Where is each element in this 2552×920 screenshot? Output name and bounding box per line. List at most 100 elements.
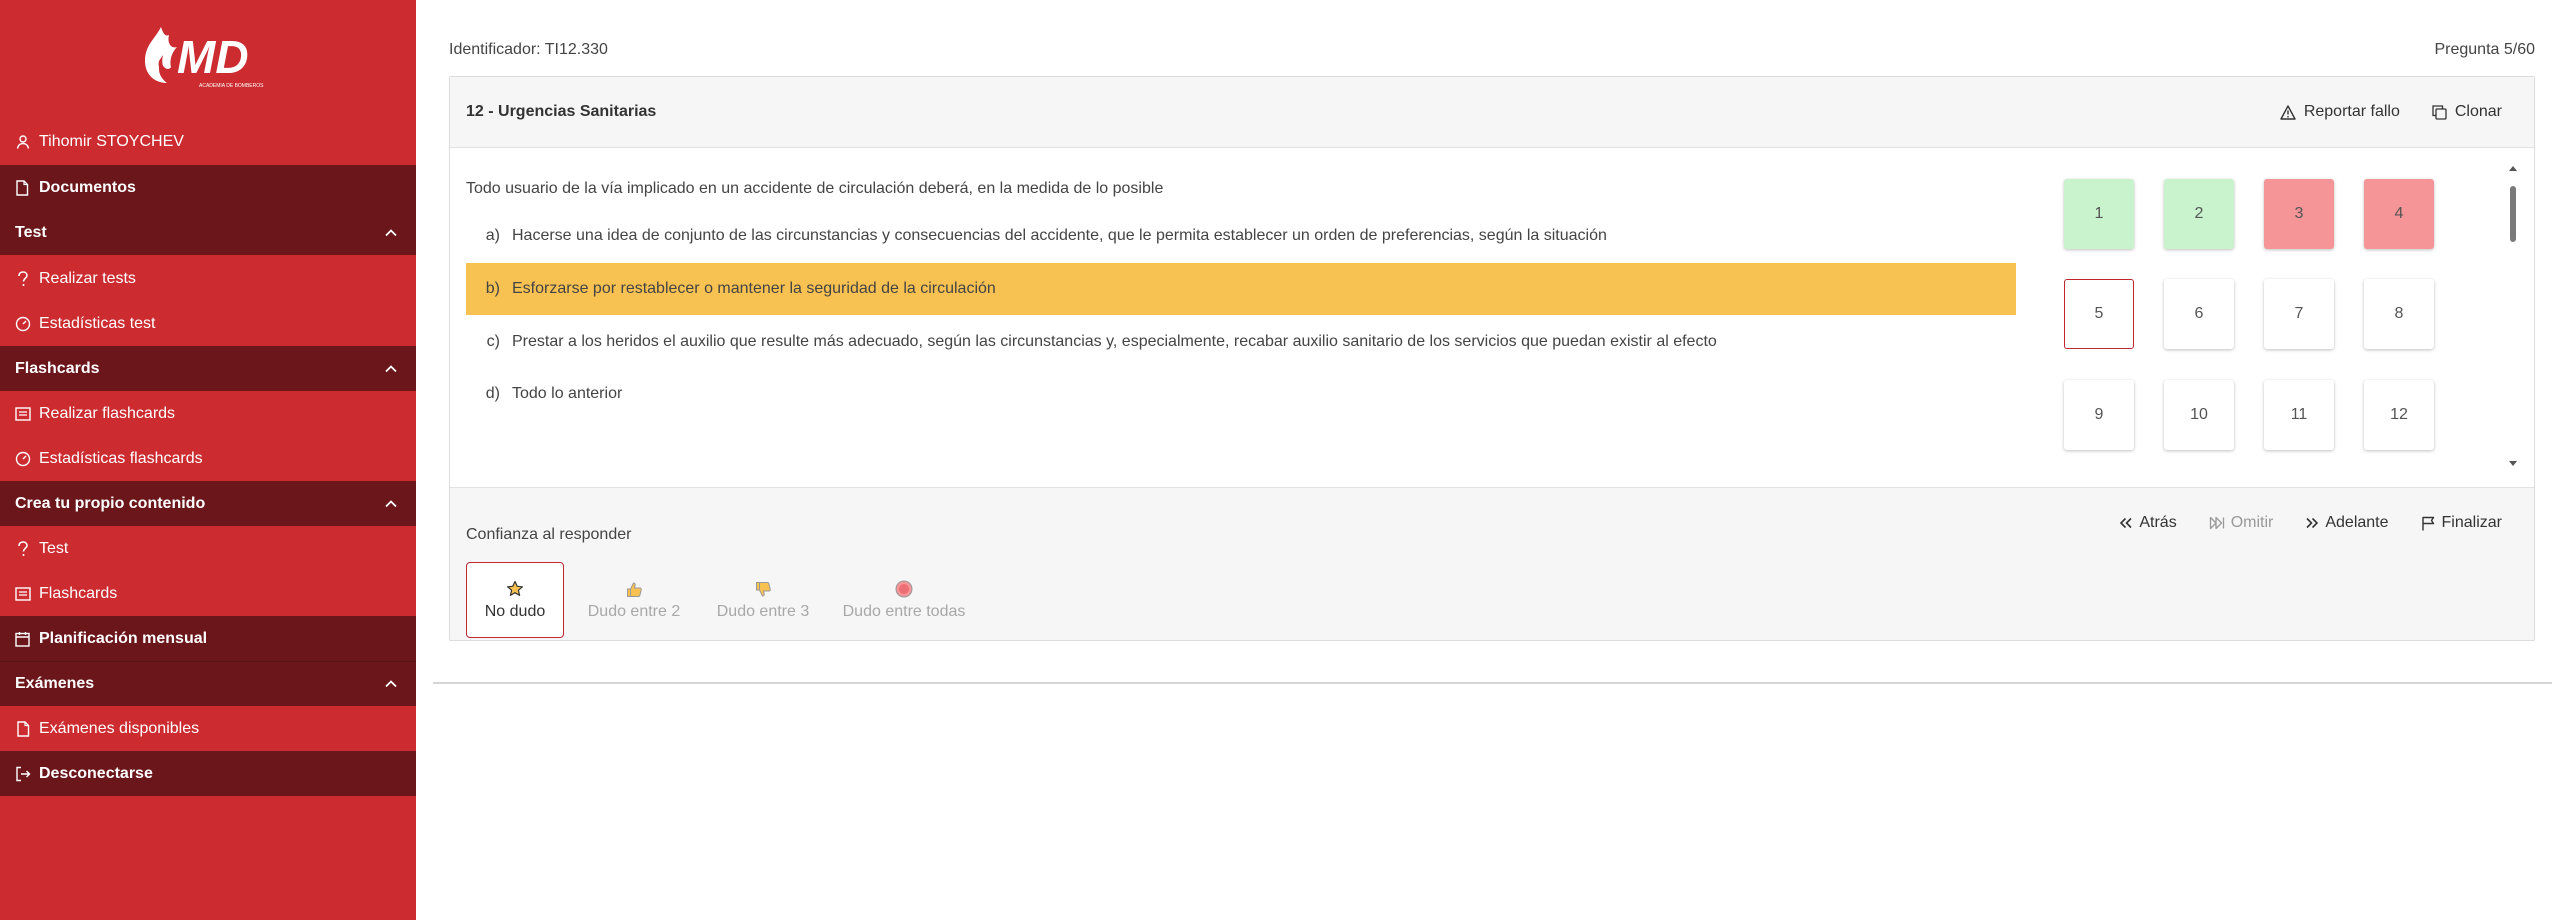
target-icon (895, 579, 913, 599)
forward-button[interactable]: Adelante (2305, 514, 2389, 532)
question-nav-number: 10 (2190, 406, 2208, 423)
question-nav-box[interactable]: 12 (2364, 380, 2434, 450)
sidebar-item-label: Test (39, 539, 69, 557)
svg-text:ACADEMIA DE BOMBEROS: ACADEMIA DE BOMBEROS (199, 83, 264, 89)
main-content: Identificador: TI12.330 Pregunta 5/60 12… (416, 0, 2552, 920)
scrollbar-thumb[interactable] (2510, 186, 2516, 242)
scroll-down-arrow-icon[interactable] (2509, 461, 2517, 466)
chevrons-left-icon (2120, 517, 2132, 529)
flashcard-icon (15, 406, 31, 422)
question-nav-number: 1 (2094, 205, 2104, 222)
sidebar-item-label: Estadísticas flashcards (39, 449, 203, 467)
sidebar-item-label: Desconectarse (39, 764, 153, 782)
sidebar-item-planificacion[interactable]: Planificación mensual (0, 616, 416, 661)
sidebar-section-examenes[interactable]: Exámenes (0, 661, 416, 706)
confidence-label: Confianza al responder (466, 526, 632, 543)
question-card: 12 - Urgencias Sanitarias Reportar fallo… (449, 76, 2535, 641)
sidebar-item-realizar-flashcards[interactable]: Realizar flashcards (0, 391, 416, 436)
sidebar-item-examenes-disponibles[interactable]: Exámenes disponibles (0, 706, 416, 751)
sidebar-item-documentos[interactable]: Documentos (0, 165, 416, 210)
answer-letter: a) (485, 227, 500, 244)
question-text: Todo usuario de la vía implicado en un a… (466, 180, 1164, 197)
question-footer: Confianza al responder Atrás Omitir Adel… (450, 488, 2534, 640)
confidence-dudo-entre-2[interactable]: Dudo entre 2 (584, 562, 684, 638)
finish-button[interactable]: Finalizar (2421, 514, 2502, 532)
finish-label: Finalizar (2441, 514, 2502, 531)
scroll-up-arrow-icon[interactable] (2509, 166, 2517, 171)
sidebar-section-crea-contenido[interactable]: Crea tu propio contenido (0, 481, 416, 526)
navigator-scrollbar[interactable] (2508, 166, 2518, 466)
sidebar-user-name: Tihomir STOYCHEV (39, 132, 184, 150)
chevron-up-icon (385, 680, 397, 688)
sidebar-section-title: Test (15, 223, 47, 241)
document-icon (15, 179, 31, 196)
answer-option-d[interactable]: d) Todo lo anterior (466, 368, 2016, 420)
gauge-icon (15, 316, 31, 332)
document-icon (15, 720, 31, 737)
report-error-label: Reportar fallo (2303, 103, 2400, 120)
question-card-header: 12 - Urgencias Sanitarias Reportar fallo… (450, 77, 2534, 148)
sidebar-item-crear-flashcards[interactable]: Flashcards (0, 571, 416, 616)
divider (433, 682, 2552, 684)
question-nav-box[interactable]: 1 (2064, 179, 2134, 249)
answer-letter: d) (485, 385, 500, 402)
confidence-option-label: Dudo entre 3 (716, 603, 810, 620)
sidebar-section-title: Exámenes (15, 675, 95, 692)
back-label: Atrás (2139, 514, 2177, 531)
sidebar-item-realizar-tests[interactable]: Realizar tests (0, 256, 416, 301)
sidebar-section-flashcards[interactable]: Flashcards (0, 346, 416, 391)
sidebar-section-title: Flashcards (15, 359, 100, 377)
sidebar-item-desconectarse[interactable]: Desconectarse (0, 751, 416, 796)
chevrons-right-icon (2306, 517, 2319, 529)
chevron-up-icon (385, 364, 397, 372)
chevron-up-icon (385, 228, 397, 236)
sidebar: MD ACADEMIA DE BOMBEROS Tihomir STOYCHEV… (0, 0, 416, 920)
sidebar-section-test[interactable]: Test (0, 210, 416, 255)
thumbs-up-icon (626, 579, 643, 599)
sidebar-item-estadisticas-flashcards[interactable]: Estadísticas flashcards (0, 436, 416, 481)
clone-button[interactable]: Clonar (2432, 103, 2502, 121)
question-nav-box-current[interactable]: 5 (2064, 279, 2134, 349)
question-nav-number: 5 (2094, 305, 2104, 322)
question-progress: Pregunta 5/60 (2434, 41, 2535, 58)
copy-icon (2432, 104, 2447, 120)
confidence-dudo-entre-3[interactable]: Dudo entre 3 (713, 562, 813, 638)
question-nav-box[interactable]: 10 (2164, 380, 2234, 450)
report-error-button[interactable]: Reportar fallo (2280, 103, 2400, 121)
question-nav-box[interactable]: 7 (2264, 279, 2334, 349)
question-nav-box[interactable]: 6 (2164, 279, 2234, 349)
question-nav-box[interactable]: 2 (2164, 179, 2234, 249)
sidebar-user[interactable]: Tihomir STOYCHEV (0, 119, 416, 164)
clone-label: Clonar (2454, 103, 2502, 120)
confidence-no-dudo[interactable]: No dudo (466, 562, 564, 638)
answer-text: Prestar a los heridos el auxilio que res… (512, 333, 1717, 350)
test-topline: Identificador: TI12.330 Pregunta 5/60 (449, 38, 2535, 62)
question-nav-box[interactable]: 4 (2364, 179, 2434, 249)
question-nav-number: 9 (2094, 406, 2104, 423)
question-nav-box[interactable]: 9 (2064, 380, 2134, 450)
skip-button[interactable]: Omitir (2209, 514, 2274, 532)
answer-text: Esforzarse por restablecer o mantener la… (512, 280, 996, 297)
answer-option-c[interactable]: c) Prestar a los heridos el auxilio que … (466, 316, 2016, 368)
answer-option-a[interactable]: a) Hacerse una idea de conjunto de las c… (466, 210, 2016, 262)
answer-option-b[interactable]: b) Esforzarse por restablecer o mantener… (466, 263, 2016, 315)
sidebar-section-title: Crea tu propio contenido (15, 494, 206, 512)
question-icon (15, 270, 31, 287)
sidebar-item-label: Realizar tests (39, 269, 136, 287)
svg-text:MD: MD (177, 31, 249, 83)
sidebar-item-estadisticas-test[interactable]: Estadísticas test (0, 301, 416, 346)
skip-label: Omitir (2230, 514, 2274, 531)
topic-title: 12 - Urgencias Sanitarias (466, 103, 657, 120)
question-nav-number: 2 (2194, 205, 2204, 222)
confidence-dudo-entre-todas[interactable]: Dudo entre todas (834, 562, 974, 638)
academy-logo[interactable]: MD ACADEMIA DE BOMBEROS (0, 0, 416, 116)
question-nav-number: 6 (2194, 305, 2204, 322)
question-nav-box[interactable]: 3 (2264, 179, 2334, 249)
question-nav-box[interactable]: 11 (2264, 380, 2334, 450)
forward-label: Adelante (2325, 514, 2389, 531)
question-navigation: Atrás Omitir Adelante Finalizar (2119, 514, 2502, 532)
back-button[interactable]: Atrás (2119, 514, 2177, 532)
question-nav-box[interactable]: 8 (2364, 279, 2434, 349)
warning-icon (2280, 104, 2296, 120)
sidebar-item-crear-test[interactable]: Test (0, 526, 416, 571)
